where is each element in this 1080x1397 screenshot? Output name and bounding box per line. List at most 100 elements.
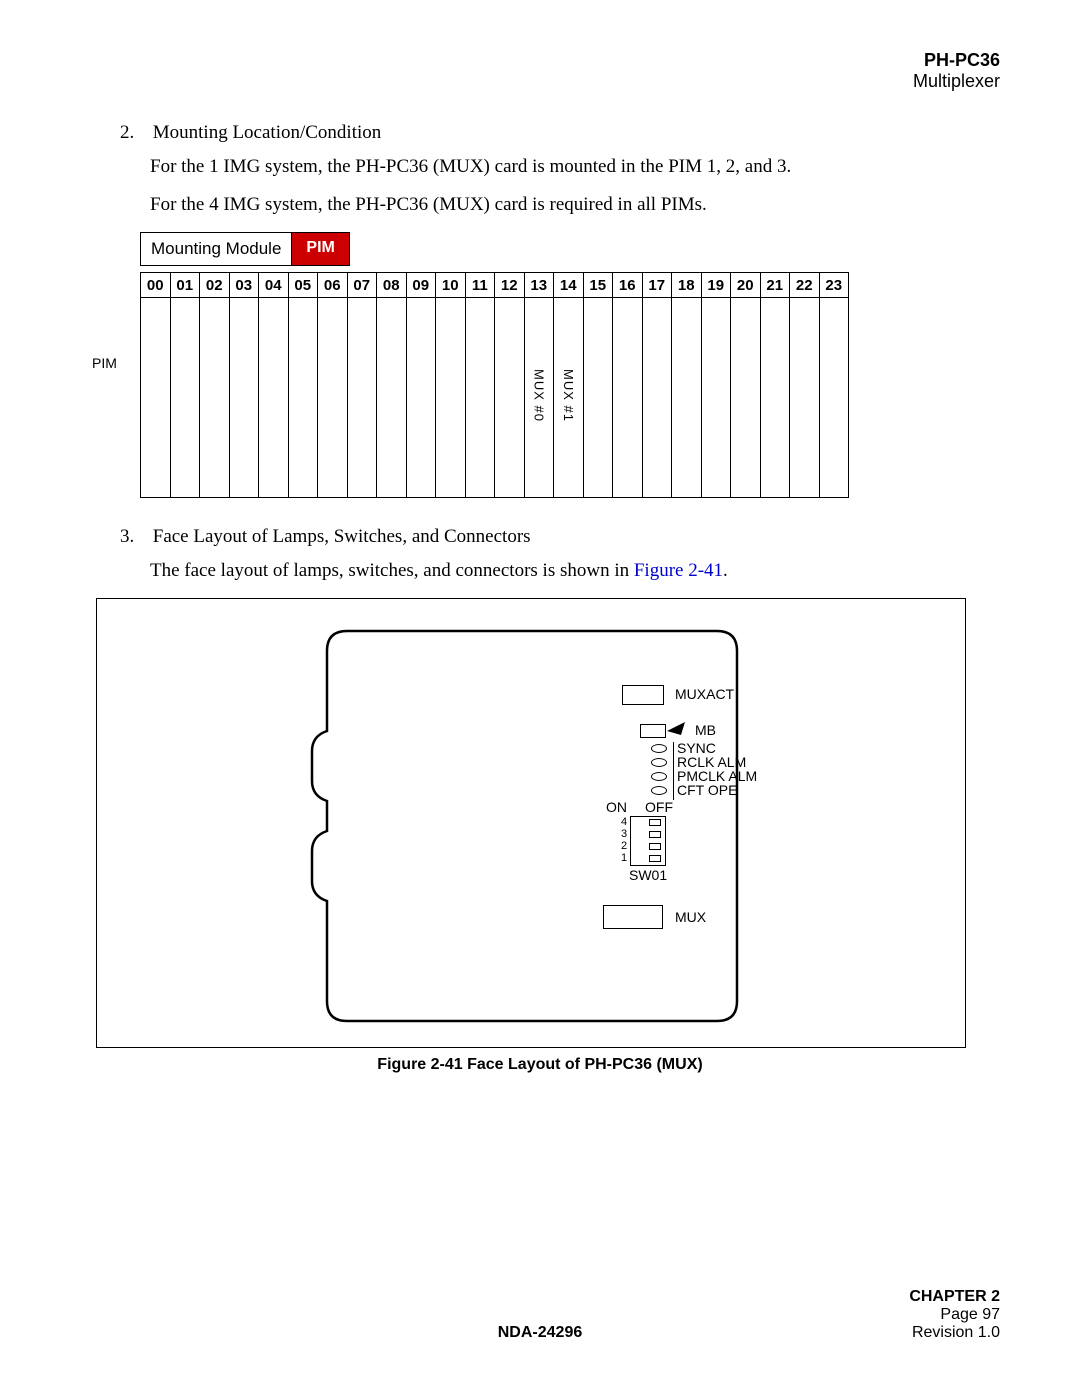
slot-head-08: 08 [377,273,407,298]
footer-rev: Revision 1.0 [909,1324,1000,1342]
slot-head-02: 02 [200,273,230,298]
dip-3: 3 [621,828,627,840]
mux-connector [603,905,663,929]
slot-head-12: 12 [495,273,525,298]
slot-head-19: 19 [701,273,731,298]
slot-cell-16 [613,298,643,498]
header-subtitle: Multiplexer [80,71,1000,92]
slot-head-22: 22 [790,273,820,298]
dip-2: 2 [621,840,627,852]
slot-head-09: 09 [406,273,436,298]
slot-cell-02 [200,298,230,498]
lamp-cft [651,786,667,795]
page-header: PH-PC36 Multiplexer [80,50,1000,92]
slot-cell-18 [672,298,702,498]
slot-head-07: 07 [347,273,377,298]
footer-chapter: CHAPTER 2 [909,1288,1000,1306]
section-2-para-1: For the 1 IMG system, the PH-PC36 (MUX) … [150,156,1000,178]
card-outline [307,621,757,1031]
muxact-box [622,685,664,705]
label-mux: MUX [675,909,706,925]
header-title: PH-PC36 [80,50,1000,71]
section-3-para: The face layout of lamps, switches, and … [150,560,1000,582]
slot-head-06: 06 [318,273,348,298]
slot-cell-04 [259,298,289,498]
slot-head-16: 16 [613,273,643,298]
slot-cell-01 [170,298,200,498]
section-3-heading: 3. Face Layout of Lamps, Switches, and C… [120,526,1000,548]
slot-cell-10 [436,298,466,498]
lamp-divider [673,742,674,800]
slot-cell-00 [141,298,171,498]
slot-head-11: 11 [465,273,495,298]
slot-head-18: 18 [672,273,702,298]
slot-cell-label: MUX #0 [531,369,546,422]
label-cft: CFT OPE [677,782,737,798]
dip-slider-2 [649,843,661,850]
mb-switch-body [640,724,666,738]
page-footer: NDA-24296 CHAPTER 2 Page 97 Revision 1.0 [80,1324,1000,1342]
dip-1: 1 [621,852,627,864]
slot-head-20: 20 [731,273,761,298]
slot-cell-13: MUX #0 [524,298,554,498]
slot-diagram: Mounting Module PIM 00010203040506070809… [140,232,1000,498]
slot-head-15: 15 [583,273,613,298]
label-mb: MB [695,722,716,738]
slot-head-00: 00 [141,273,171,298]
slot-head-05: 05 [288,273,318,298]
slot-head-17: 17 [642,273,672,298]
section-2-number: 2. [120,122,148,144]
section-3-number: 3. [120,526,148,548]
slot-cell-21 [760,298,790,498]
slot-cell-12 [495,298,525,498]
slot-cell-11 [465,298,495,498]
dip-slider-4 [649,819,661,826]
slot-head-23: 23 [819,273,849,298]
pim-side-label: PIM [92,355,117,371]
slot-head-03: 03 [229,273,259,298]
slot-head-01: 01 [170,273,200,298]
lamp-pmclk [651,772,667,781]
slot-head-04: 04 [259,273,289,298]
dip-4: 4 [621,816,627,828]
section-3-title: Face Layout of Lamps, Switches, and Conn… [153,526,531,547]
label-off: OFF [645,799,673,815]
lamp-rclk [651,758,667,767]
figure-frame: MUXACT MB SYNC RCLK ALM PMCLK ALM CFT OP… [96,598,966,1048]
lamp-sync [651,744,667,753]
label-sw01: SW01 [629,867,667,883]
slot-cell-20 [731,298,761,498]
slot-cell-15 [583,298,613,498]
slot-cell-label: MUX #1 [561,369,576,422]
slot-head-14: 14 [554,273,584,298]
slot-cell-23 [819,298,849,498]
mounting-module-label: Mounting Module [140,232,292,266]
dip-slider-1 [649,855,661,862]
slot-cell-03 [229,298,259,498]
section-3-text-a: The face layout of lamps, switches, and … [150,560,634,581]
section-2-para-2: For the 4 IMG system, the PH-PC36 (MUX) … [150,194,1000,216]
slot-cell-19 [701,298,731,498]
pim-badge: PIM [292,232,349,266]
slot-cell-17 [642,298,672,498]
slot-cell-22 [790,298,820,498]
slot-cell-06 [318,298,348,498]
slot-head-13: 13 [524,273,554,298]
footer-doc: NDA-24296 [80,1324,1000,1342]
slot-cell-09 [406,298,436,498]
figure-link[interactable]: Figure 2-41 [634,560,723,581]
slot-cell-14: MUX #1 [554,298,584,498]
label-muxact: MUXACT [675,686,734,702]
section-3-text-b: . [723,560,728,581]
slot-cell-07 [347,298,377,498]
slot-head-10: 10 [436,273,466,298]
label-on: ON [606,799,627,815]
slot-head-21: 21 [760,273,790,298]
section-2-heading: 2. Mounting Location/Condition [120,122,1000,144]
dip-slider-3 [649,831,661,838]
slot-cell-08 [377,298,407,498]
slot-cell-05 [288,298,318,498]
slot-table: 0001020304050607080910111213141516171819… [140,272,849,498]
figure-caption: Figure 2-41 Face Layout of PH-PC36 (MUX) [80,1056,1000,1074]
section-2-title: Mounting Location/Condition [153,122,382,143]
